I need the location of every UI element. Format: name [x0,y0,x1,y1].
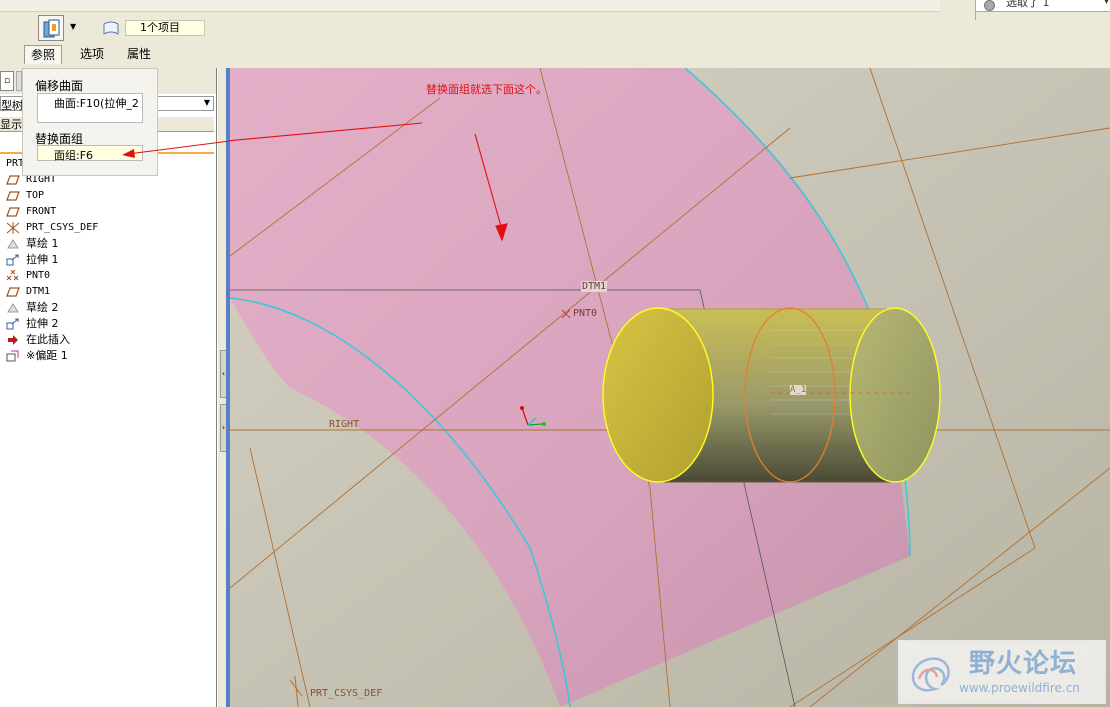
right-label: RIGHT [329,419,360,430]
chevron-down-icon: ▼ [203,98,210,107]
tree-item-label: PNT0 [26,270,51,281]
annotation-arrow-left [122,140,230,158]
tree-item-extrude-2[interactable]: 拉伸 2 [0,316,216,332]
graphics-window[interactable]: DTM1 PNT0 A_1 RIGHT PRT_CSYS_DEF 替换面组就选下… [230,68,1110,707]
feature-dashboard: 选取了 1 ▾ ▼ 1个项目 参照 选项 属性 [0,0,1110,68]
cylinder-front-cap [602,307,714,483]
model-tree: PRT RIGHT TOP FRONT PRT_CSYS_DEF 草绘 1 拉伸… [0,156,216,364]
annotation-text: 替换面组就选下面这个。 [426,83,547,96]
tree-item-offset-1[interactable]: ※偏距 1 [0,348,216,364]
triad-end [542,422,546,426]
model-view [230,68,1110,707]
tree-item-label: DTM1 [26,286,51,297]
offset-icon [6,350,19,362]
watermark: 野火论坛 www.proewildfire.cn [898,640,1106,704]
replace-surface-icon [43,19,60,38]
surface-collector[interactable]: 1个项目 [125,20,205,36]
tree-item-top[interactable]: TOP [0,188,216,204]
flame-logo-icon [911,657,950,692]
tree-item-csys[interactable]: PRT_CSYS_DEF [0,220,216,236]
datum-plane-icon [6,191,20,201]
chevron-down-icon: ▾ [1103,0,1109,7]
extrude-icon [6,318,19,330]
surface-collector-icon [103,21,119,35]
sketch-icon [7,239,19,249]
tree-item-label: 草绘 1 [26,237,59,250]
watermark-name: 野火论坛 [969,649,1078,679]
cylinder-extrude[interactable] [602,307,941,483]
tree-item-label: ※偏距 1 [26,349,68,362]
csys-icon [6,222,20,234]
offset-surface-collector[interactable]: 曲面:F10(拉伸_2 [37,93,143,123]
cylinder-back-cap [849,307,941,483]
axis-label: A_1 [790,385,807,395]
tree-item-extrude-1[interactable]: 拉伸 1 [0,252,216,268]
extrude-icon [6,254,19,266]
offset-type-button[interactable] [38,15,64,41]
tab-properties[interactable]: 属性 [121,45,157,63]
tab-model-tree[interactable]: ▫ [0,71,14,91]
tree-item-insert-here[interactable]: 在此插入 [0,332,216,348]
watermark-url: www.proewildfire.cn [959,681,1080,695]
tree-item-label: 在此插入 [26,333,70,346]
tree-item-pnt0[interactable]: PNT0 [0,268,216,284]
tree-item-sketch-1[interactable]: 草绘 1 [0,236,216,252]
dtm1-label: DTM1 [581,281,608,292]
tree-item-label: 草绘 2 [26,301,59,314]
top-strip [0,0,940,12]
tree-item-label: 拉伸 1 [26,253,59,266]
datum-plane-icon [6,287,20,297]
datum-plane-icon [6,207,20,217]
tab-references[interactable]: 参照 [24,45,63,64]
pnt0-label: PNT0 [573,308,598,319]
tree-item-sketch-2[interactable]: 草绘 2 [0,300,216,316]
selection-text: 选取了 1 [1006,0,1050,9]
selection-icon [984,0,995,11]
datum-point-icon [6,270,19,281]
arrow-line [127,140,230,155]
dropdown-value: 型树 [1,99,23,112]
offset-surface-label: 偏移曲面 [35,79,84,93]
tree-item-label: PRT_CSYS_DEF [26,222,99,233]
triad-end [520,406,524,410]
tree-item-front[interactable]: FRONT [0,204,216,220]
tree-item-label: FRONT [26,206,57,217]
datum-plane-icon [6,175,20,185]
insert-here-icon [8,335,18,345]
arrow-head [122,149,135,158]
chevron-down-icon[interactable]: ▼ [70,22,76,31]
tab-options[interactable]: 选项 [74,45,110,63]
selection-filter[interactable]: 选取了 1 ▾ [975,0,1110,12]
csys-label: PRT_CSYS_DEF [310,688,383,699]
tree-item-label: TOP [26,190,45,201]
tree-item-label: 拉伸 2 [26,317,59,330]
tree-item-dtm1[interactable]: DTM1 [0,284,216,300]
sketch-icon [7,303,19,313]
